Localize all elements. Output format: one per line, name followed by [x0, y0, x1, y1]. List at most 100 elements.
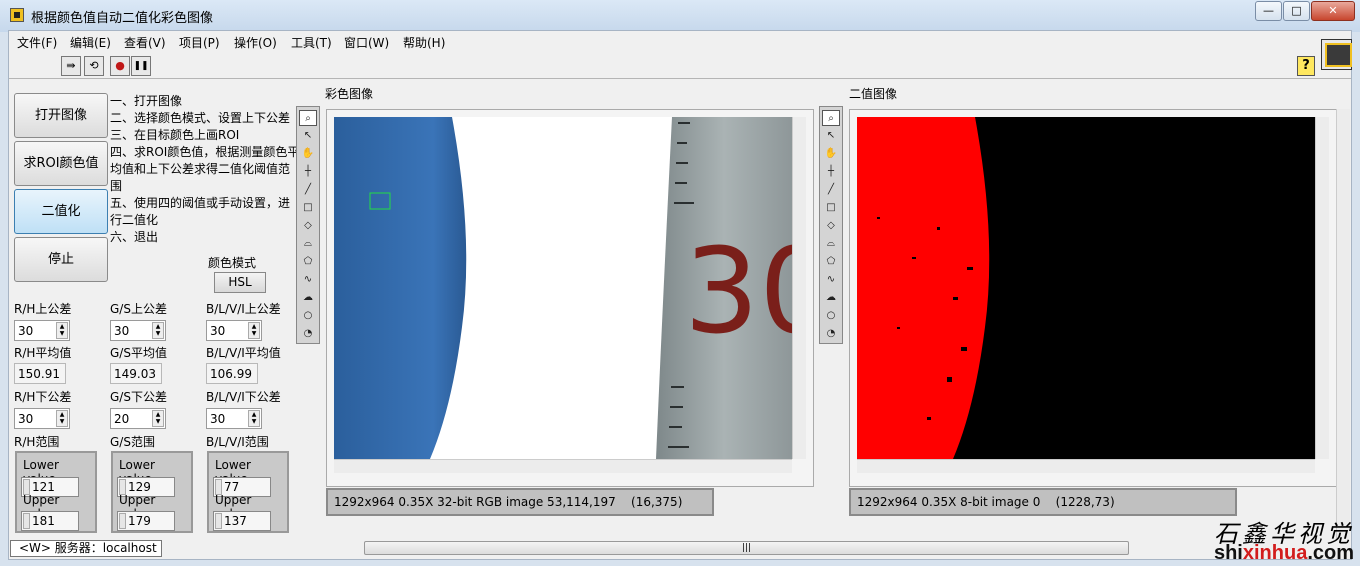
instruction-line: 三、在目标颜色上画ROI: [110, 128, 240, 142]
bl-range-label: B/L/V/I范围: [206, 435, 269, 449]
pointer-icon[interactable]: ↖: [822, 128, 840, 144]
context-help-icon[interactable]: ?: [1297, 56, 1315, 76]
pan-icon[interactable]: ✋: [299, 146, 317, 162]
broken-annulus-icon[interactable]: ◔: [822, 326, 840, 342]
polygon-icon[interactable]: ⬠: [822, 254, 840, 270]
spinner-icon[interactable]: ▲ ▼: [56, 410, 68, 427]
run-arrow-icon[interactable]: ⇛: [61, 56, 81, 76]
broken-annulus-icon[interactable]: ◔: [299, 326, 317, 342]
menu-bar: 文件(F) 编辑(E) 查看(V) 项目(P) 操作(O) 工具(T) 窗口(W…: [9, 31, 1351, 53]
polygon-icon[interactable]: ⬠: [299, 254, 317, 270]
bl-upper-input[interactable]: 30 ▲ ▼: [206, 320, 262, 341]
instruction-line: 二、选择颜色模式、设置上下公差: [110, 111, 291, 125]
status-bar: <W> 服务器：localhost |||: [9, 539, 1351, 559]
get-roi-color-button[interactable]: 求ROI颜色值: [14, 141, 108, 186]
close-button[interactable]: ✕: [1311, 1, 1355, 21]
line-icon[interactable]: ╱: [299, 182, 317, 198]
gs-lower-input[interactable]: 20 ▲ ▼: [110, 408, 166, 429]
server-label: <W> 服务器：localhost: [10, 540, 162, 557]
run-continuously-icon[interactable]: ⟲: [84, 56, 104, 76]
freehand-region-icon[interactable]: ☁: [822, 290, 840, 306]
annulus-icon[interactable]: ⌓: [822, 236, 840, 252]
menu-window[interactable]: 窗口(W): [344, 34, 389, 51]
rh-range-lower-value: 121: [32, 480, 55, 494]
gs-range-label: G/S范围: [110, 435, 155, 449]
stop-button[interactable]: 停止: [14, 237, 108, 282]
watermark-url-a: shi: [1213, 542, 1243, 564]
color-image-status-text: 1292x964 0.35X 32-bit RGB image 53,114,1…: [334, 495, 683, 509]
spinner-icon[interactable]: ▲ ▼: [248, 410, 260, 427]
spinner-icon[interactable]: [215, 513, 222, 529]
toolbar: ⇛ ⟲ ● ❚❚ ?: [9, 53, 1351, 79]
menu-tools[interactable]: 工具(T): [291, 34, 332, 51]
gs-avg-indicator: 149.03: [110, 363, 162, 384]
abort-icon[interactable]: ●: [110, 56, 130, 76]
menu-project[interactable]: 项目(P): [179, 34, 220, 51]
rectangle-icon[interactable]: □: [822, 200, 840, 216]
watermark: 石鑫华视觉 shixinhua.com: [1192, 512, 1360, 566]
spinner-icon[interactable]: ▲ ▼: [248, 322, 260, 339]
front-panel: 打开图像 求ROI颜色值 二值化 停止 一、打开图像 二、选择颜色模式、设置上下…: [9, 79, 1351, 541]
pointer-icon[interactable]: ↖: [299, 128, 317, 144]
bl-upper-range[interactable]: 137: [213, 511, 271, 531]
panel-vscroll[interactable]: [1336, 109, 1350, 539]
rh-range-upper-value: 181: [32, 514, 55, 528]
instruction-line: 五、使用四的阈值或手动设置，进行二值化: [110, 196, 291, 227]
binarize-button[interactable]: 二值化: [14, 189, 108, 234]
color-image-canvas[interactable]: 30: [334, 117, 792, 459]
rotated-rect-icon[interactable]: ◇: [822, 218, 840, 234]
instructions: 一、打开图像 二、选择颜色模式、设置上下公差 三、在目标颜色上画ROI 四、求R…: [110, 93, 300, 246]
zoom-icon[interactable]: ⌕: [822, 110, 840, 126]
spinner-icon[interactable]: [23, 513, 30, 529]
spinner-icon[interactable]: ▲ ▼: [152, 322, 164, 339]
gs-avg-value: 149.03: [114, 367, 156, 381]
rh-upper-range[interactable]: 181: [21, 511, 79, 531]
rotated-rect-icon[interactable]: ◇: [299, 218, 317, 234]
color-image-hscroll[interactable]: [334, 459, 792, 473]
zoom-icon[interactable]: ⌕: [299, 110, 317, 126]
rh-range-label: R/H范围: [14, 435, 60, 449]
open-image-button[interactable]: 打开图像: [14, 93, 108, 138]
gs-range-upper-value: 179: [128, 514, 151, 528]
spinner-icon[interactable]: [119, 513, 126, 529]
freehand-icon[interactable]: ∿: [299, 272, 317, 288]
line-icon[interactable]: ╱: [822, 182, 840, 198]
pan-icon[interactable]: ✋: [822, 146, 840, 162]
menu-help[interactable]: 帮助(H): [403, 34, 445, 51]
crosshair-icon[interactable]: ┼: [822, 164, 840, 180]
color-image-vscroll[interactable]: [792, 117, 806, 459]
panel-hscroll-thumb[interactable]: |||: [364, 541, 1129, 555]
rh-lower-input[interactable]: 30 ▲ ▼: [14, 408, 70, 429]
minimize-button[interactable]: —: [1255, 1, 1282, 21]
binary-image-canvas[interactable]: [857, 117, 1315, 459]
spinner-icon[interactable]: ▲ ▼: [152, 410, 164, 427]
binary-image-hscroll[interactable]: [857, 459, 1315, 473]
spinner-icon[interactable]: ▲ ▼: [56, 322, 68, 339]
gs-upper-range[interactable]: 179: [117, 511, 175, 531]
maximize-button[interactable]: □: [1283, 1, 1310, 21]
binary-image-vscroll[interactable]: [1315, 117, 1329, 459]
crosshair-icon[interactable]: ┼: [299, 164, 317, 180]
binary-image-tools-palette: ⌕ ↖ ✋ ┼ ╱ □ ◇ ⌓ ⬠ ∿ ☁ ○ ◔: [819, 106, 843, 344]
color-mode-selector[interactable]: HSL: [214, 272, 266, 293]
watermark-url-c: .com: [1307, 542, 1354, 564]
pause-icon[interactable]: ❚❚: [131, 56, 151, 76]
color-mode-label: 颜色模式: [208, 256, 257, 270]
bl-avg-value: 106.99: [210, 367, 252, 381]
oval-icon[interactable]: ○: [299, 308, 317, 324]
gs-upper-input[interactable]: 30 ▲ ▼: [110, 320, 166, 341]
ruler-digits: 30: [684, 222, 792, 360]
rectangle-icon[interactable]: □: [299, 200, 317, 216]
menu-edit[interactable]: 编辑(E): [70, 34, 111, 51]
menu-file[interactable]: 文件(F): [17, 34, 57, 51]
menu-view[interactable]: 查看(V): [124, 34, 166, 51]
oval-icon[interactable]: ○: [822, 308, 840, 324]
freehand-region-icon[interactable]: ☁: [299, 290, 317, 306]
freehand-icon[interactable]: ∿: [822, 272, 840, 288]
rh-upper-value: 30: [18, 324, 34, 338]
annulus-icon[interactable]: ⌓: [299, 236, 317, 252]
blue-object: [334, 117, 467, 459]
menu-operate[interactable]: 操作(O): [234, 34, 277, 51]
rh-upper-input[interactable]: 30 ▲ ▼: [14, 320, 70, 341]
bl-lower-input[interactable]: 30 ▲ ▼: [206, 408, 262, 429]
